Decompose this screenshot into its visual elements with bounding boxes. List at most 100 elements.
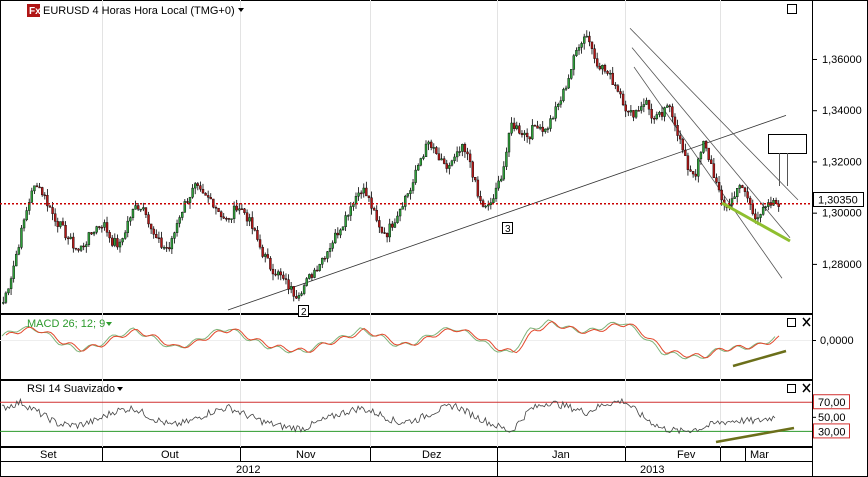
- candle-body: [17, 247, 21, 255]
- candle-body: [22, 219, 26, 229]
- candle-body: [108, 232, 111, 239]
- candle-body: [43, 194, 46, 197]
- candle-body: [66, 237, 70, 240]
- rsi-close-icon[interactable]: [802, 383, 811, 393]
- price-axis-label: 1,30000: [822, 208, 862, 220]
- candle-body: [461, 144, 464, 152]
- candle-body: [313, 269, 316, 278]
- candle-body: [437, 153, 441, 161]
- candle-body: [629, 110, 633, 113]
- candle-body: [686, 155, 690, 170]
- wave-label-3: 3: [505, 224, 511, 235]
- month-label: Set: [40, 449, 57, 461]
- candle-body: [147, 214, 150, 225]
- candle-body: [9, 278, 13, 289]
- rsi-menu-icon[interactable]: [117, 387, 123, 391]
- candle-body: [401, 206, 404, 210]
- candle-body: [126, 220, 129, 234]
- candle-body: [367, 195, 371, 198]
- candle-body: [541, 126, 544, 132]
- candle-body: [372, 208, 376, 211]
- candle-body: [733, 196, 736, 199]
- candle-body: [344, 215, 347, 228]
- candle-body: [388, 223, 391, 238]
- candle-body: [409, 190, 412, 194]
- candle-body: [144, 207, 148, 215]
- candle-body: [445, 163, 448, 169]
- candle-body: [606, 71, 609, 74]
- triangle-down-icon[interactable]: [238, 8, 244, 12]
- candle-body: [756, 217, 760, 220]
- macd-square-icon[interactable]: [787, 318, 796, 327]
- candle-body: [328, 248, 332, 252]
- candle-body: [743, 187, 747, 192]
- candle-body: [217, 207, 220, 212]
- candle-body: [658, 112, 661, 115]
- candle-body: [323, 257, 327, 260]
- chart-title: EURUSD 4 Horas Hora Local (TMG+0): [43, 5, 235, 17]
- candle-body: [375, 210, 378, 221]
- candle-body: [266, 254, 270, 259]
- candle-body: [518, 125, 521, 134]
- candle-body: [238, 208, 241, 211]
- rsi-lines: [0, 397, 812, 444]
- divergence-line: [721, 201, 791, 243]
- candle-body: [510, 122, 513, 134]
- candle-body: [398, 209, 402, 217]
- candle-body: [243, 208, 246, 213]
- rsi-title: RSI 14 Suavizado: [27, 383, 115, 395]
- candle-body: [627, 110, 630, 113]
- candle-body: [492, 198, 495, 203]
- candle-body: [707, 147, 710, 160]
- candle-body: [51, 207, 54, 214]
- candle-body: [500, 178, 503, 182]
- candle-body: [603, 65, 607, 72]
- price-axis-label: 1,32000: [822, 156, 862, 168]
- candle-body: [264, 254, 267, 257]
- candle-body: [453, 156, 456, 162]
- candle-body: [684, 149, 687, 156]
- candle-body: [678, 135, 682, 140]
- candle-body: [549, 118, 552, 129]
- candle-body: [181, 212, 184, 218]
- month-label: Jan: [552, 449, 570, 461]
- month-label: Nov: [296, 449, 316, 461]
- macd-menu-icon[interactable]: [106, 322, 112, 326]
- candle-body: [463, 144, 467, 153]
- candle-body: [175, 223, 179, 233]
- candle-body: [77, 248, 80, 251]
- candle-body: [476, 179, 480, 197]
- candle-body: [681, 138, 684, 151]
- year-axis: [0, 461, 813, 477]
- candle-body: [717, 182, 721, 191]
- candle-body: [746, 191, 749, 199]
- candle-body: [152, 228, 155, 235]
- candle-body: [417, 164, 420, 171]
- candle-body: [310, 274, 314, 278]
- candle-body: [271, 268, 275, 275]
- candle-body: [577, 47, 581, 51]
- candle-body: [668, 105, 671, 108]
- candle-body: [157, 237, 161, 240]
- candle-body: [121, 238, 124, 243]
- candle-body: [300, 293, 303, 296]
- rsi-line: [1, 397, 776, 435]
- candle-body: [741, 185, 744, 189]
- candle-body: [468, 153, 472, 163]
- candle-body: [474, 177, 477, 181]
- macd-close-icon[interactable]: [802, 317, 811, 327]
- candle-body: [85, 244, 88, 247]
- candle-body: [583, 36, 586, 44]
- candle-body: [64, 224, 67, 239]
- candle-body: [194, 183, 197, 189]
- candle-body: [712, 163, 716, 178]
- rsi-square-icon[interactable]: [787, 384, 796, 393]
- candle-body: [427, 141, 430, 145]
- candle-body: [769, 202, 773, 206]
- price-divergence-line: [721, 201, 791, 243]
- candle-body: [442, 158, 446, 164]
- chart-canvas: Fx EURUSD 4 Horas Hora Local (TMG+0) 1,3…: [0, 0, 868, 477]
- candle-body: [559, 100, 563, 105]
- square-icon[interactable]: [787, 4, 797, 14]
- candle-body: [551, 118, 555, 120]
